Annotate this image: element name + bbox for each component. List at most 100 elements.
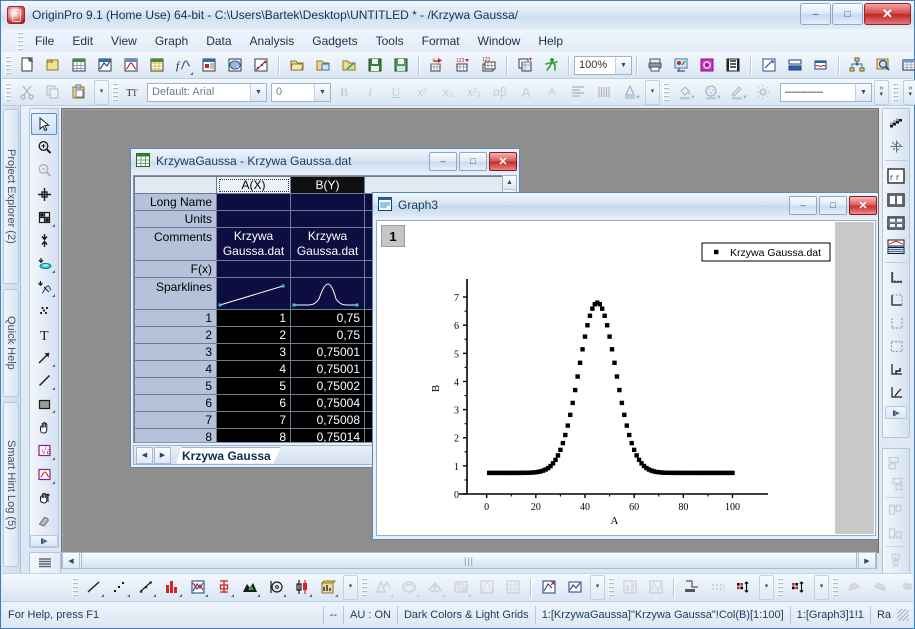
pattern-color-icon[interactable]: ▼ xyxy=(699,80,723,104)
cell-a[interactable]: 7 xyxy=(216,411,291,429)
status-auto-update[interactable]: AU : ON xyxy=(343,606,397,624)
font-size-combo[interactable]: 0 ▼ xyxy=(271,82,331,102)
import-wizard-icon[interactable] xyxy=(425,53,449,77)
box-chart-icon[interactable] xyxy=(290,575,314,599)
underline-button[interactable]: U xyxy=(383,82,409,102)
3d-cone-left-icon[interactable] xyxy=(842,575,866,599)
hierarchy-icon[interactable] xyxy=(845,53,869,77)
zoom-in-icon[interactable] xyxy=(871,53,895,77)
axis-dashed-top-icon[interactable] xyxy=(884,289,908,312)
cell-b[interactable]: 0,75001 xyxy=(290,360,365,378)
graph-restore-button[interactable]: □ xyxy=(819,195,847,215)
menu-window[interactable]: Window xyxy=(469,32,530,50)
axis-bottom-left-icon[interactable] xyxy=(884,266,908,289)
cell-b[interactable]: 0,75 xyxy=(290,326,365,344)
fill-color-icon[interactable]: ▼ xyxy=(673,80,697,104)
menu-help[interactable]: Help xyxy=(529,32,572,50)
scale-tool[interactable] xyxy=(31,487,57,509)
toolbar-grip[interactable] xyxy=(663,82,669,102)
menu-edit[interactable]: Edit xyxy=(63,32,102,50)
worksheet-title-bar[interactable]: KrzywaGaussa - Krzywa Gaussa.dat – □ ✕ xyxy=(131,149,519,173)
arrow-tool[interactable] xyxy=(31,346,57,368)
row-number[interactable]: 2 xyxy=(134,326,217,344)
menu-view[interactable]: View xyxy=(102,32,146,50)
toolbar-grip[interactable] xyxy=(892,82,898,102)
worksheet-minimize-button[interactable]: – xyxy=(429,151,457,171)
row-number[interactable]: 8 xyxy=(134,428,217,442)
scroll-up-arrow[interactable]: ▲ xyxy=(503,176,516,190)
cell-b[interactable]: 0,75014 xyxy=(290,428,365,442)
row-number[interactable]: 5 xyxy=(134,377,217,395)
graph-close-button[interactable]: ✕ xyxy=(849,195,877,215)
matrix-icon[interactable] xyxy=(501,575,525,599)
graph-toolbar-overflow-2[interactable]: ▾ xyxy=(590,574,605,600)
regional-mask-tool[interactable] xyxy=(31,253,57,275)
image-thumb-icon[interactable] xyxy=(563,575,587,599)
scatter-tool[interactable] xyxy=(31,300,57,322)
error-bar-icon[interactable] xyxy=(212,575,236,599)
print-icon[interactable] xyxy=(643,53,667,77)
column-header-a[interactable]: A(X) xyxy=(216,176,291,194)
sort-worksheet-icon[interactable] xyxy=(787,575,811,599)
chevron-down-icon[interactable]: ▼ xyxy=(855,83,871,101)
row-number[interactable]: 1 xyxy=(134,309,217,327)
data-reader-tool[interactable] xyxy=(31,183,57,205)
subscript-button[interactable]: x₂ xyxy=(435,82,461,102)
font-color-icon[interactable]: ▼ xyxy=(618,80,642,104)
sheet-next-button[interactable]: ▶ xyxy=(154,446,171,464)
align-left-objects-icon[interactable] xyxy=(884,452,908,473)
meta-b-units[interactable] xyxy=(290,210,365,228)
equation-tool[interactable]: √a xyxy=(31,440,57,462)
new-excel-icon[interactable] xyxy=(145,53,169,77)
italic-button[interactable]: I xyxy=(357,82,383,102)
run-script-icon[interactable] xyxy=(539,53,563,77)
meta-b-long-name[interactable] xyxy=(290,193,365,211)
pointer-tool[interactable] xyxy=(31,113,57,136)
chevron-down-icon[interactable]: ▼ xyxy=(250,83,266,101)
toolbar-grip[interactable] xyxy=(112,82,118,102)
meta-a-comments[interactable]: Krzywa Gaussa.dat xyxy=(216,227,291,261)
open-project-icon[interactable] xyxy=(285,53,309,77)
chevron-down-icon[interactable]: ▼ xyxy=(615,56,631,74)
columns-icon[interactable] xyxy=(592,80,616,104)
cell-a[interactable]: 4 xyxy=(216,360,291,378)
minimize-button[interactable]: – xyxy=(800,3,831,25)
wire-surface-icon[interactable] xyxy=(423,575,447,599)
script-window-icon[interactable] xyxy=(783,53,807,77)
align-bottom-objects-icon[interactable] xyxy=(884,522,908,543)
ternary-icon[interactable] xyxy=(475,575,499,599)
polar-plot-icon[interactable] xyxy=(264,575,288,599)
cell-b[interactable]: 0,75004 xyxy=(290,394,365,412)
import-multiple-ascii-icon[interactable]: 123 xyxy=(477,53,501,77)
print-preview-icon[interactable] xyxy=(669,53,693,77)
menu-gadgets[interactable]: Gadgets xyxy=(303,32,366,50)
sheet-prev-button[interactable]: ◀ xyxy=(136,446,153,464)
font-family-combo[interactable]: Default: Arial ▼ xyxy=(147,82,267,102)
sidebar-tab-quick-help[interactable]: Quick Help xyxy=(3,289,19,397)
menu-format[interactable]: Format xyxy=(413,32,469,50)
toolbar-grip[interactable] xyxy=(608,577,614,597)
stack-layers-icon[interactable] xyxy=(884,211,908,234)
right-palette-overflow[interactable]: ▮▸ xyxy=(885,406,907,419)
code-builder-icon[interactable] xyxy=(809,53,833,77)
cell-a[interactable]: 8 xyxy=(216,428,291,442)
ribbon-icon[interactable] xyxy=(644,575,668,599)
menu-tools[interactable]: Tools xyxy=(367,32,413,50)
zoom-in-tool[interactable] xyxy=(31,136,57,158)
extract-layers-icon[interactable] xyxy=(884,234,908,259)
scatter-plot-icon[interactable] xyxy=(108,575,132,599)
symbol-plot-icon[interactable] xyxy=(537,575,561,599)
status-graph-ref[interactable]: 1:[Graph3]1!1 xyxy=(789,606,870,624)
row-number[interactable]: 7 xyxy=(134,411,217,429)
duplicate-icon[interactable] xyxy=(513,53,537,77)
menu-file[interactable]: File xyxy=(26,32,63,50)
meta-a-fx[interactable] xyxy=(216,260,291,278)
graph-minimize-button[interactable]: – xyxy=(789,195,817,215)
bar-3d-icon[interactable] xyxy=(618,575,642,599)
merge-layers-icon[interactable] xyxy=(884,163,908,188)
scroll-left-arrow[interactable]: ◀ xyxy=(62,552,80,569)
toolbar-grip[interactable] xyxy=(361,577,367,597)
cell-a[interactable]: 3 xyxy=(216,343,291,361)
chevron-down-icon[interactable]: ▼ xyxy=(314,83,330,101)
open-excel-icon[interactable] xyxy=(311,53,335,77)
